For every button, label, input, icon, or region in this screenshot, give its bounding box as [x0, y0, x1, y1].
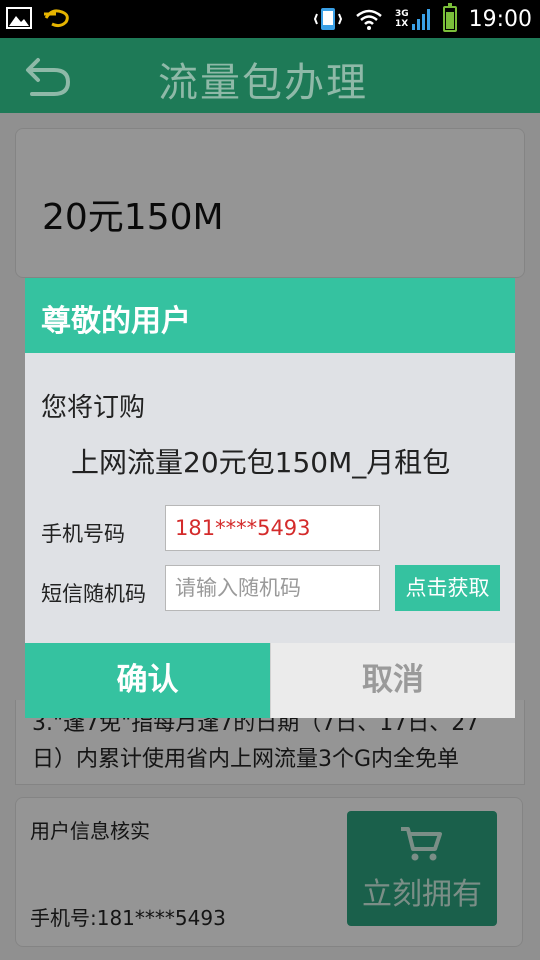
cancel-button[interactable]: 取消	[270, 643, 515, 718]
app-header: 流量包办理	[0, 38, 540, 113]
battery-icon	[442, 3, 457, 32]
status-left-icons	[6, 6, 72, 30]
phone-field: 181****5493	[165, 505, 380, 551]
dialog-footer: 确认 取消	[25, 643, 515, 718]
sms-code-input[interactable]	[165, 565, 380, 611]
signal-strength-icon	[411, 9, 430, 30]
network-1x-label: 1X	[394, 19, 409, 29]
back-arrow-icon[interactable]	[24, 54, 72, 98]
phone-label: 手机号码	[41, 522, 125, 546]
wifi-icon	[356, 9, 382, 30]
sms-code-label: 短信随机码	[41, 582, 146, 606]
status-right-icons: 3G 1X 19:00	[313, 3, 532, 34]
order-confirm-dialog: 尊敬的用户 您将订购 上网流量20元包150M_月租包 手机号码 181****…	[25, 278, 515, 718]
network-3g-label: 3G	[394, 9, 409, 19]
gallery-icon	[6, 7, 32, 29]
dialog-header: 尊敬的用户	[25, 278, 515, 353]
order-intro-text: 您将订购	[41, 393, 146, 423]
vibrate-mode-icon	[313, 8, 343, 30]
dialog-title: 尊敬的用户	[41, 304, 191, 339]
order-product-name: 上网流量20元包150M_月租包	[71, 446, 451, 479]
network-type-indicator: 3G 1X	[395, 7, 431, 31]
status-bar: 3G 1X 19:00	[0, 0, 540, 38]
get-code-button[interactable]: 点击获取	[395, 565, 500, 611]
china-post-icon	[44, 9, 69, 28]
clock: 19:00	[468, 6, 532, 32]
page-title: 流量包办理	[158, 60, 368, 106]
confirm-button[interactable]: 确认	[25, 643, 270, 718]
